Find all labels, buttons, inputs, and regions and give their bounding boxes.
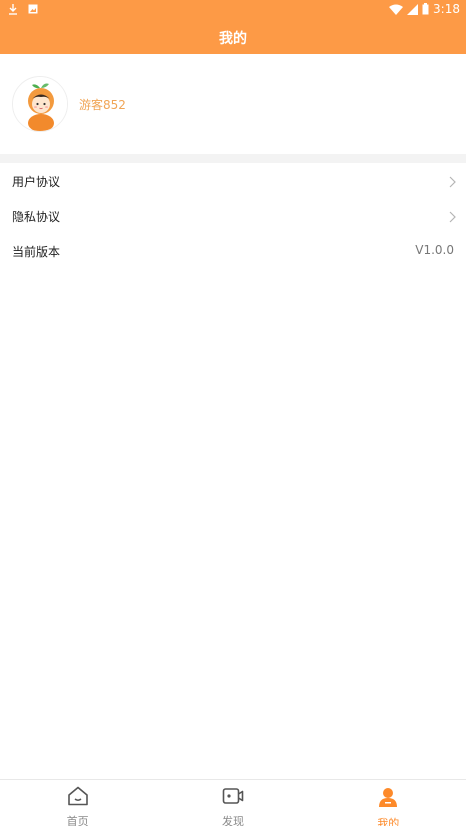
avatar[interactable] xyxy=(12,76,68,132)
menu-item-privacy-policy[interactable]: 隐私协议 xyxy=(0,198,466,233)
version-value: V1.0.0 xyxy=(415,243,454,257)
tab-home[interactable]: 首页 xyxy=(0,780,155,826)
username[interactable]: 游客852 xyxy=(79,96,126,113)
download-icon xyxy=(8,3,18,15)
signal-icon xyxy=(407,3,419,15)
bottom-tab-bar: 首页 发现 我的 xyxy=(0,779,466,826)
orange-mascot-avatar xyxy=(13,77,67,131)
chevron-right-icon xyxy=(448,173,456,192)
profile-card[interactable]: 游客852 xyxy=(0,54,466,154)
image-notification-icon xyxy=(28,4,38,14)
status-time: 3:18 xyxy=(433,2,460,16)
tab-label: 首页 xyxy=(66,815,89,826)
menu-item-user-agreement[interactable]: 用户协议 xyxy=(0,163,466,198)
menu-item-label: 隐私协议 xyxy=(12,210,61,224)
page-title: 我的 xyxy=(219,31,247,47)
video-icon xyxy=(222,786,244,810)
menu-item-current-version: 当前版本 V1.0.0 xyxy=(0,233,466,268)
person-icon xyxy=(377,786,399,812)
title-bar: 我的 xyxy=(0,20,466,54)
battery-icon xyxy=(422,3,429,15)
tab-profile[interactable]: 我的 xyxy=(311,780,466,826)
chevron-right-icon xyxy=(448,208,456,227)
tab-discover[interactable]: 发现 xyxy=(155,780,310,826)
wifi-icon xyxy=(389,4,404,15)
tab-label: 发现 xyxy=(221,815,244,826)
section-divider xyxy=(0,154,466,163)
tab-label: 我的 xyxy=(377,817,400,826)
settings-menu: 用户协议 隐私协议 当前版本 V1.0.0 xyxy=(0,163,466,268)
home-icon xyxy=(67,786,89,810)
menu-item-label: 用户协议 xyxy=(12,175,61,189)
status-bar: 3:18 xyxy=(0,0,466,20)
menu-item-label: 当前版本 xyxy=(12,245,61,259)
